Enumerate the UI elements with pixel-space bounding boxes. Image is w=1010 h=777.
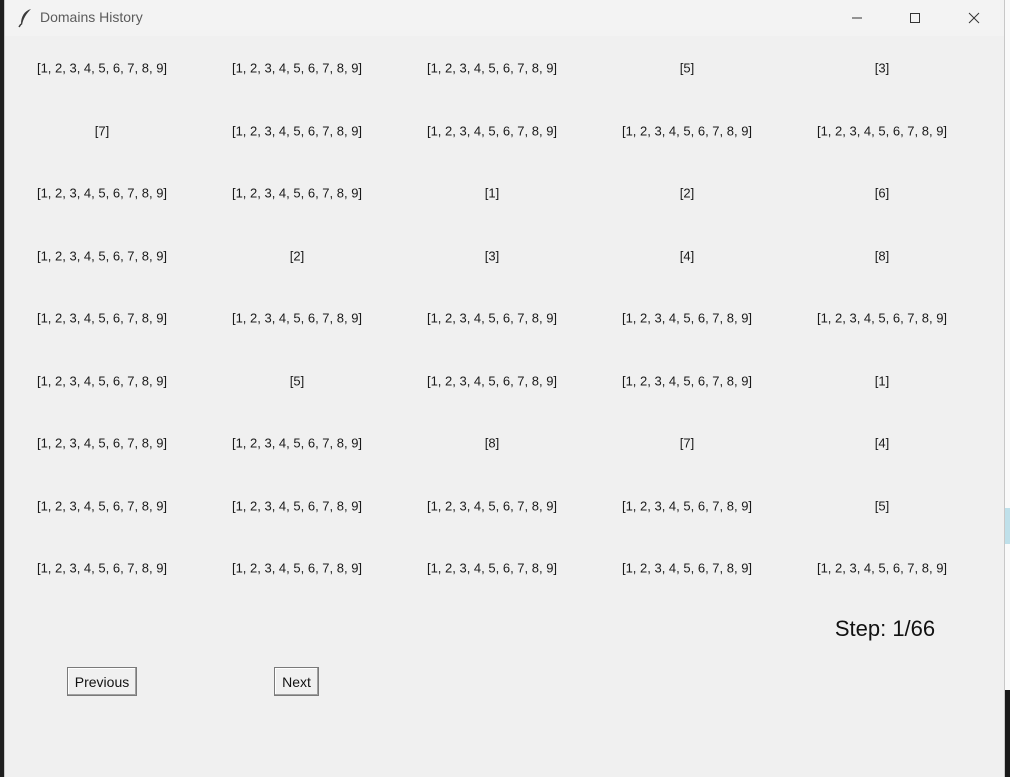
domain-cell: [1, 2, 3, 4, 5, 6, 7, 8, 9] [816,123,948,138]
domain-cell: [1] [484,185,500,201]
domain-cell: [3] [484,248,500,263]
close-icon [968,12,980,24]
domain-cell: [5] [874,498,890,513]
domain-cell: [1] [874,373,890,388]
domain-cell: [1, 2, 3, 4, 5, 6, 7, 8, 9] [621,498,753,513]
domain-cell: [5] [289,373,305,388]
domain-cell: [1, 2, 3, 4, 5, 6, 7, 8, 9] [621,373,753,388]
domain-cell: [7] [679,435,695,451]
domain-cell: [1, 2, 3, 4, 5, 6, 7, 8, 9] [621,123,753,138]
domains-history-window: Domains History [1, 2, 3, 4, 5, 6, 7, 8,… [4,0,1005,777]
next-button[interactable]: Next [274,667,319,696]
domain-cell: [3] [874,60,890,76]
domain-cell: [1, 2, 3, 4, 5, 6, 7, 8, 9] [231,185,363,201]
domain-cell: [1, 2, 3, 4, 5, 6, 7, 8, 9] [231,498,363,513]
domain-cell: [7] [94,123,110,138]
domain-cell: [1, 2, 3, 4, 5, 6, 7, 8, 9] [231,60,363,76]
domain-cell: [1, 2, 3, 4, 5, 6, 7, 8, 9] [36,373,168,388]
domain-cell: [4] [874,435,890,451]
minimize-button[interactable] [828,0,886,36]
domain-cell: [1, 2, 3, 4, 5, 6, 7, 8, 9] [426,560,558,576]
domain-cell: [4] [679,248,695,263]
domain-cell: [1, 2, 3, 4, 5, 6, 7, 8, 9] [816,560,948,576]
minimize-icon [852,17,862,19]
maximize-button[interactable] [886,0,944,36]
domain-cell: [1, 2, 3, 4, 5, 6, 7, 8, 9] [36,185,168,201]
domain-cell: [1, 2, 3, 4, 5, 6, 7, 8, 9] [231,310,363,326]
title-bar[interactable]: Domains History [5,0,1004,36]
domain-cell: [6] [874,185,890,201]
domain-cell: [1, 2, 3, 4, 5, 6, 7, 8, 9] [36,435,168,451]
domain-cell: [1, 2, 3, 4, 5, 6, 7, 8, 9] [36,498,168,513]
domain-cell: [8] [484,435,500,451]
domain-cell: [8] [874,248,890,263]
close-button[interactable] [945,0,1003,36]
domain-cell: [1, 2, 3, 4, 5, 6, 7, 8, 9] [36,310,168,326]
domain-cell: [1, 2, 3, 4, 5, 6, 7, 8, 9] [426,373,558,388]
domain-cell: [2] [679,185,695,201]
domain-cell: [1, 2, 3, 4, 5, 6, 7, 8, 9] [231,435,363,451]
window-title: Domains History [40,9,143,25]
domain-cell: [1, 2, 3, 4, 5, 6, 7, 8, 9] [426,498,558,513]
domain-cell: [1, 2, 3, 4, 5, 6, 7, 8, 9] [621,310,753,326]
domain-cell: [1, 2, 3, 4, 5, 6, 7, 8, 9] [816,310,948,326]
domain-cell: [2] [289,248,305,263]
domain-cell: [1, 2, 3, 4, 5, 6, 7, 8, 9] [231,123,363,138]
domain-cell: [1, 2, 3, 4, 5, 6, 7, 8, 9] [36,560,168,576]
domain-cell: [1, 2, 3, 4, 5, 6, 7, 8, 9] [621,560,753,576]
domain-cell: [1, 2, 3, 4, 5, 6, 7, 8, 9] [36,60,168,76]
domain-cell: [1, 2, 3, 4, 5, 6, 7, 8, 9] [426,60,558,76]
domain-cell: [1, 2, 3, 4, 5, 6, 7, 8, 9] [231,560,363,576]
domain-cell: [1, 2, 3, 4, 5, 6, 7, 8, 9] [36,248,168,263]
step-counter: Step: 1/66 [834,616,936,641]
domain-cell: [1, 2, 3, 4, 5, 6, 7, 8, 9] [426,310,558,326]
feather-icon [18,8,34,28]
domain-cell: [5] [679,60,695,76]
domain-cell: [1, 2, 3, 4, 5, 6, 7, 8, 9] [426,123,558,138]
maximize-icon [910,13,920,23]
previous-button[interactable]: Previous [67,667,137,696]
